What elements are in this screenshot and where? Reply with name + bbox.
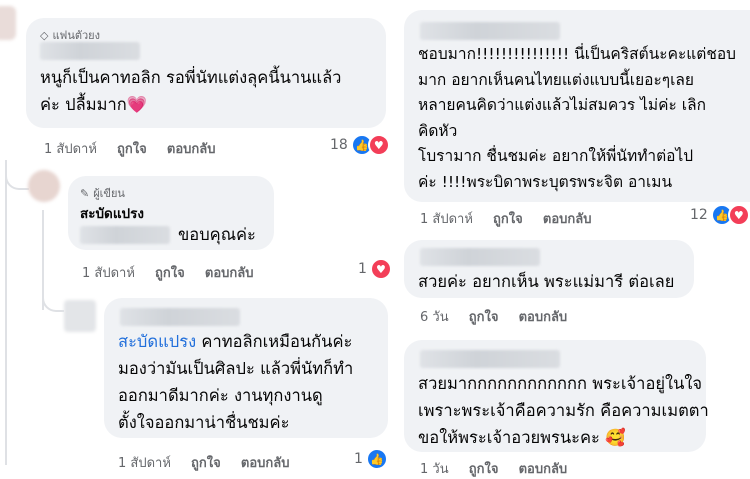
author-badge: ✎ ผู้เขียน bbox=[80, 184, 125, 202]
like-button[interactable]: ถูกใจ bbox=[191, 452, 221, 473]
comment-bubble: สะบัดแปรง คาทอลิกเหมือนกันค่ะ มองว่ามันเ… bbox=[104, 298, 388, 438]
reply-button[interactable]: ตอบกลับ bbox=[167, 138, 216, 159]
comment-bubble: สวยมากกกกกกกกกกกก พระเจ้าอยู่ในใจ เพราะพ… bbox=[404, 340, 709, 452]
comment-meta: 1 สัปดาห์ ถูกใจ ตอบกลับ bbox=[82, 262, 270, 283]
comment-text: สะบัดแปรง คาทอลิกเหมือนกันค่ะ มองว่ามันเ… bbox=[118, 332, 354, 432]
diamond-icon: ◇ bbox=[40, 28, 49, 42]
commenter-name[interactable] bbox=[420, 350, 560, 368]
like-button[interactable]: ถูกใจ bbox=[469, 306, 499, 327]
thread-connector bbox=[42, 280, 64, 312]
reaction-count: 18 bbox=[330, 137, 348, 153]
like-button[interactable]: ถูกใจ bbox=[493, 208, 523, 229]
thread-line bbox=[5, 160, 7, 465]
comment-bubble: ◇ แฟนตัวยง หนูก็เป็นคาทอลิก รอพี่นัทแต่ง… bbox=[26, 18, 386, 128]
timestamp[interactable]: 1 สัปดาห์ bbox=[44, 138, 97, 159]
comment-text: สวยค่ะ อยากเห็น พระแม่มารี ต่อเลย bbox=[418, 272, 675, 291]
reaction-count: 1 bbox=[354, 451, 363, 467]
reply-button[interactable]: ตอบกลับ bbox=[241, 452, 290, 473]
comment-text: ชอบมาก!!!!!!!!!!!!!!! นี่เป็นคริสต์นะคะแ… bbox=[418, 45, 736, 191]
reaction-summary[interactable]: 1 ♥ bbox=[358, 258, 392, 280]
author-name[interactable]: สะบัดแปรง bbox=[80, 202, 144, 224]
author-reply-bubble: ✎ ผู้เขียน สะบัดแปรง ขอบคุณค่ะ bbox=[68, 176, 274, 250]
love-icon: ♥ bbox=[369, 258, 392, 280]
reply-button[interactable]: ตอบกลับ bbox=[205, 262, 254, 283]
comment-text: สวยมากกกกกกกกกกกก พระเจ้าอยู่ในใจ เพราะพ… bbox=[418, 374, 709, 447]
reaction-summary[interactable]: 12 👍 ♥ bbox=[690, 204, 750, 226]
comment-bubble: ชอบมาก!!!!!!!!!!!!!!! นี่เป็นคริสต์นะคะแ… bbox=[404, 10, 750, 202]
timestamp[interactable]: 1 สัปดาห์ bbox=[118, 452, 171, 473]
comment-meta: 6 วัน ถูกใจ ตอบกลับ bbox=[420, 306, 583, 327]
timestamp[interactable]: 6 วัน bbox=[420, 306, 449, 327]
commenter-name[interactable] bbox=[420, 248, 540, 266]
pen-icon: ✎ bbox=[80, 186, 90, 200]
reaction-count: 1 bbox=[358, 261, 367, 277]
reply-button[interactable]: ตอบกลับ bbox=[519, 306, 568, 327]
comment-meta: 1 สัปดาห์ ถูกใจ ตอบกลับ bbox=[44, 138, 232, 159]
badge-label: ผู้เขียน bbox=[93, 187, 125, 200]
timestamp[interactable]: 1 สัปดาห์ bbox=[420, 208, 473, 229]
commenter-name[interactable] bbox=[420, 22, 560, 40]
avatar[interactable] bbox=[0, 6, 16, 40]
reaction-count: 12 bbox=[690, 207, 708, 223]
reply-button[interactable]: ตอบกลับ bbox=[543, 208, 592, 229]
mention-link[interactable]: สะบัดแปรง bbox=[118, 332, 196, 351]
commenter-name[interactable] bbox=[40, 42, 140, 60]
avatar[interactable] bbox=[64, 300, 96, 332]
comment-bubble: สวยค่ะ อยากเห็น พระแม่มารี ต่อเลย bbox=[404, 240, 694, 298]
comment-meta: 1 สัปดาห์ ถูกใจ ตอบกลับ bbox=[420, 208, 608, 229]
love-icon: ♥ bbox=[367, 134, 390, 156]
comment-text: ขอบคุณค่ะ bbox=[178, 225, 256, 244]
like-icon: 👍 bbox=[365, 448, 388, 470]
love-icon: ♥ bbox=[727, 204, 750, 226]
heart-emoji: 💗 bbox=[126, 95, 148, 114]
reaction-summary[interactable]: 1 👍 bbox=[354, 448, 388, 470]
smiling-face-emoji: 🥰 bbox=[605, 428, 626, 447]
mention-blur bbox=[80, 226, 170, 244]
commenter-name[interactable] bbox=[120, 308, 240, 326]
author-avatar[interactable] bbox=[28, 170, 60, 202]
reaction-summary[interactable]: 18 👍 ♥ bbox=[330, 134, 390, 156]
thread-connector bbox=[5, 160, 29, 190]
like-button[interactable]: ถูกใจ bbox=[155, 262, 185, 283]
comment-meta: 1 สัปดาห์ ถูกใจ ตอบกลับ bbox=[118, 452, 306, 473]
timestamp[interactable]: 1 สัปดาห์ bbox=[82, 262, 135, 283]
like-button[interactable]: ถูกใจ bbox=[117, 138, 147, 159]
comment-text: หนูก็เป็นคาทอลิก รอพี่นัทแต่งลุคนี้นานแล… bbox=[40, 68, 342, 114]
